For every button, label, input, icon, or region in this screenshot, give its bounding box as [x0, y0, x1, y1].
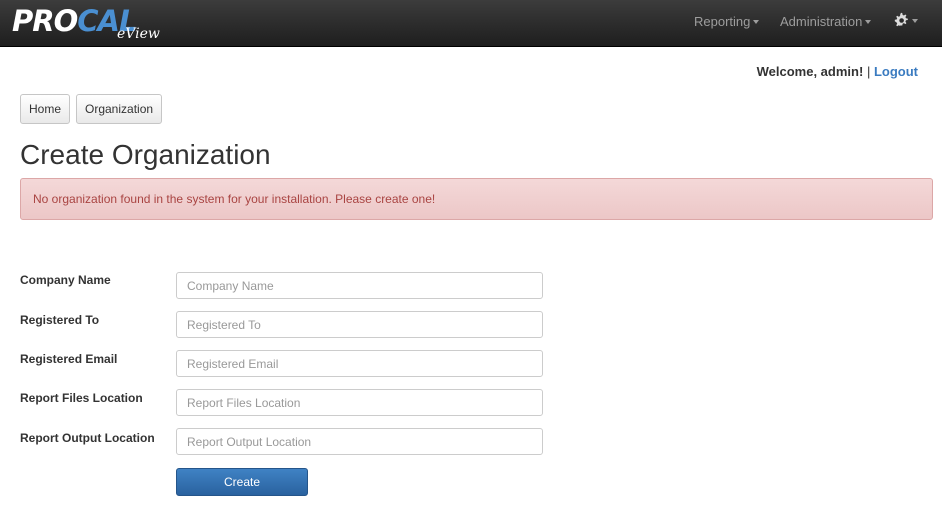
registered-email-input[interactable]: [176, 350, 543, 377]
nav-reporting-label: Reporting: [694, 14, 751, 29]
breadcrumb-organization[interactable]: Organization: [76, 94, 163, 124]
top-navbar: PROCAL eView Reporting Administration: [0, 0, 942, 47]
caret-down-icon: [912, 18, 918, 23]
registered-email-label: Registered Email: [20, 352, 118, 366]
breadcrumb-home[interactable]: Home: [20, 94, 71, 124]
report-output-location-label: Report Output Location: [20, 431, 155, 445]
page-title: Create Organization: [20, 139, 271, 170]
welcome-bar: Welcome, admin! | Logout: [757, 64, 918, 79]
error-alert: No organization found in the system for …: [20, 178, 933, 220]
create-button[interactable]: Create: [176, 468, 308, 496]
report-files-location-label: Report Files Location: [20, 391, 143, 405]
company-name-label: Company Name: [20, 273, 111, 287]
settings-dropdown[interactable]: [893, 12, 918, 28]
nav-reporting-dropdown[interactable]: Reporting: [694, 14, 760, 29]
caret-down-icon: [753, 20, 760, 24]
caret-down-icon: [865, 20, 872, 24]
logo-subtitle: eView: [117, 26, 160, 42]
nav-administration-label: Administration: [780, 14, 863, 29]
company-name-input[interactable]: [176, 272, 543, 299]
nav-administration-dropdown[interactable]: Administration: [780, 14, 872, 29]
report-files-location-input[interactable]: [176, 389, 543, 416]
logout-link[interactable]: Logout: [874, 64, 918, 79]
report-output-location-input[interactable]: [176, 428, 543, 455]
welcome-separator: |: [866, 64, 871, 79]
procal-logo[interactable]: PROCAL eView: [12, 2, 182, 46]
welcome-text: Welcome, admin!: [756, 64, 864, 79]
registered-to-label: Registered To: [20, 313, 100, 327]
gear-icon: [894, 12, 908, 27]
registered-to-input[interactable]: [176, 311, 543, 338]
